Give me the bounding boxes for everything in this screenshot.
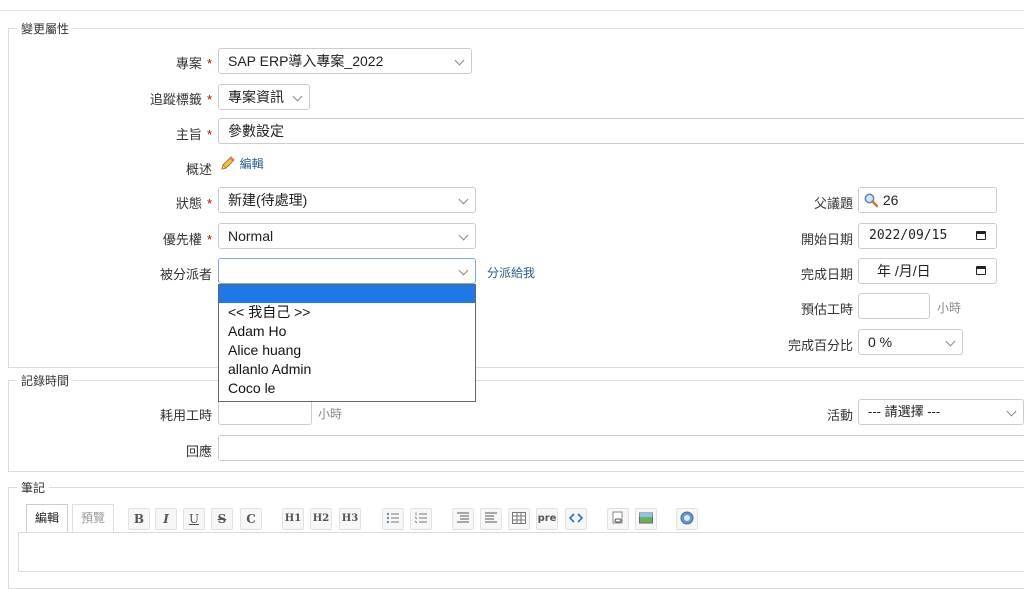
done-ratio-value: 0 % bbox=[868, 334, 893, 350]
due-date-label: 完成日期 bbox=[800, 267, 853, 282]
table-button[interactable] bbox=[508, 508, 530, 530]
help-button[interactable] bbox=[676, 508, 698, 530]
chevron-down-icon bbox=[454, 55, 465, 66]
dropdown-option-adam-ho[interactable]: Adam Ho bbox=[219, 322, 475, 341]
calendar-icon[interactable] bbox=[976, 231, 986, 240]
help-icon bbox=[680, 511, 694, 525]
subject-label: 主旨 * bbox=[175, 127, 212, 142]
section-title-attributes: 變更屬性 bbox=[21, 22, 70, 36]
dropdown-option-coco-le[interactable]: Coco le bbox=[219, 379, 475, 398]
status-value: 新建(待處理) bbox=[228, 192, 308, 208]
done-ratio-label: 完成百分比 bbox=[787, 338, 853, 353]
spent-hours-label: 耗用工時 bbox=[159, 408, 212, 423]
image-button[interactable] bbox=[635, 508, 657, 530]
priority-label: 優先權 * bbox=[162, 232, 212, 247]
inline-code-button[interactable]: C bbox=[240, 508, 262, 530]
strikethrough-button[interactable]: S bbox=[211, 508, 233, 530]
done-ratio-select[interactable]: 0 % bbox=[858, 329, 963, 355]
code-highlight-button[interactable] bbox=[565, 508, 587, 530]
dropdown-option-me[interactable]: << 我自己 >> bbox=[219, 303, 475, 322]
chevron-down-icon bbox=[458, 265, 469, 276]
project-value: SAP ERP導入專案_2022 bbox=[228, 53, 384, 69]
heading2-button[interactable]: H2 bbox=[310, 508, 332, 530]
estimated-hours-unit: 小時 bbox=[937, 301, 962, 315]
heading1-button[interactable]: H1 bbox=[282, 508, 304, 530]
chevron-down-icon bbox=[292, 91, 303, 102]
numbered-list-icon bbox=[414, 512, 427, 524]
tracker-value: 專案資訊 bbox=[228, 89, 284, 105]
pencil-icon bbox=[221, 156, 235, 170]
link-button[interactable] bbox=[607, 508, 629, 530]
heading3-button[interactable]: H3 bbox=[339, 508, 361, 530]
status-label: 狀態 * bbox=[175, 196, 212, 211]
tab-edit[interactable]: 編輯 bbox=[26, 504, 69, 532]
tracker-label: 追蹤標籤 * bbox=[149, 92, 212, 107]
activity-label: 活動 bbox=[826, 408, 853, 423]
section-title-time-log: 記錄時間 bbox=[21, 374, 70, 388]
search-icon bbox=[864, 193, 879, 208]
description-edit-link[interactable]: 編輯 bbox=[220, 155, 264, 172]
assignee-label: 被分派者 bbox=[159, 267, 212, 282]
blockquote-button[interactable] bbox=[452, 508, 474, 530]
dropdown-option-empty[interactable] bbox=[219, 285, 475, 303]
subject-input[interactable]: 參數設定 bbox=[218, 118, 1024, 144]
chevron-down-icon bbox=[1006, 406, 1017, 417]
chevron-down-icon bbox=[458, 230, 469, 241]
chevron-down-icon bbox=[945, 336, 956, 347]
table-icon bbox=[512, 512, 526, 524]
spent-hours-unit: 小時 bbox=[318, 407, 343, 421]
calendar-icon[interactable] bbox=[976, 266, 986, 275]
top-divider bbox=[0, 10, 1024, 11]
parent-issue-label: 父議題 bbox=[813, 196, 853, 211]
due-date-input[interactable]: 年 /月/日 bbox=[858, 258, 997, 284]
priority-value: Normal bbox=[228, 228, 274, 244]
image-icon bbox=[639, 512, 653, 524]
preformatted-button[interactable]: pre bbox=[536, 508, 558, 530]
link-icon bbox=[612, 511, 623, 524]
bullet-list-icon bbox=[386, 512, 399, 524]
assign-to-me-link[interactable]: 分派給我 bbox=[487, 264, 535, 281]
comment-label: 回應 bbox=[185, 444, 212, 459]
tab-preview[interactable]: 預覽 bbox=[72, 504, 115, 532]
bold-button[interactable]: B bbox=[128, 508, 150, 530]
unquote-icon bbox=[485, 512, 497, 523]
status-select[interactable]: 新建(待處理) bbox=[218, 187, 476, 213]
project-select[interactable]: SAP ERP導入專案_2022 bbox=[218, 48, 472, 74]
dropdown-option-allanlo-admin[interactable]: allanlo Admin bbox=[219, 360, 475, 379]
comment-input[interactable] bbox=[218, 435, 1024, 461]
priority-select[interactable]: Normal bbox=[218, 223, 476, 249]
assignee-dropdown-list[interactable]: << 我自己 >> Adam Ho Alice huang allanlo Ad… bbox=[218, 284, 476, 402]
activity-value: --- 請選擇 --- bbox=[868, 404, 941, 419]
bullet-list-button[interactable] bbox=[382, 508, 404, 530]
estimated-hours-label: 預估工時 bbox=[800, 302, 853, 317]
code-icon bbox=[568, 513, 584, 523]
start-date-input[interactable]: 2022/09/15 bbox=[858, 223, 997, 249]
italic-button[interactable]: I bbox=[155, 508, 177, 530]
section-title-notes: 筆記 bbox=[21, 481, 46, 495]
assignee-select[interactable] bbox=[218, 258, 476, 284]
underline-button[interactable]: U bbox=[183, 508, 205, 530]
chevron-down-icon bbox=[458, 194, 469, 205]
numbered-list-button[interactable] bbox=[410, 508, 432, 530]
description-label: 概述 bbox=[185, 162, 212, 177]
estimated-hours-input[interactable] bbox=[858, 293, 930, 319]
activity-select[interactable]: --- 請選擇 --- bbox=[858, 399, 1024, 425]
blockquote-icon bbox=[457, 512, 469, 523]
spent-hours-input[interactable] bbox=[218, 399, 312, 425]
start-date-label: 開始日期 bbox=[800, 232, 853, 247]
parent-issue-input[interactable]: 26 bbox=[858, 187, 997, 213]
unquote-button[interactable] bbox=[480, 508, 502, 530]
tracker-select[interactable]: 專案資訊 bbox=[218, 84, 310, 110]
project-label: 專案 * bbox=[175, 56, 212, 71]
dropdown-option-alice-huang[interactable]: Alice huang bbox=[219, 341, 475, 360]
notes-textarea[interactable] bbox=[18, 532, 1024, 572]
